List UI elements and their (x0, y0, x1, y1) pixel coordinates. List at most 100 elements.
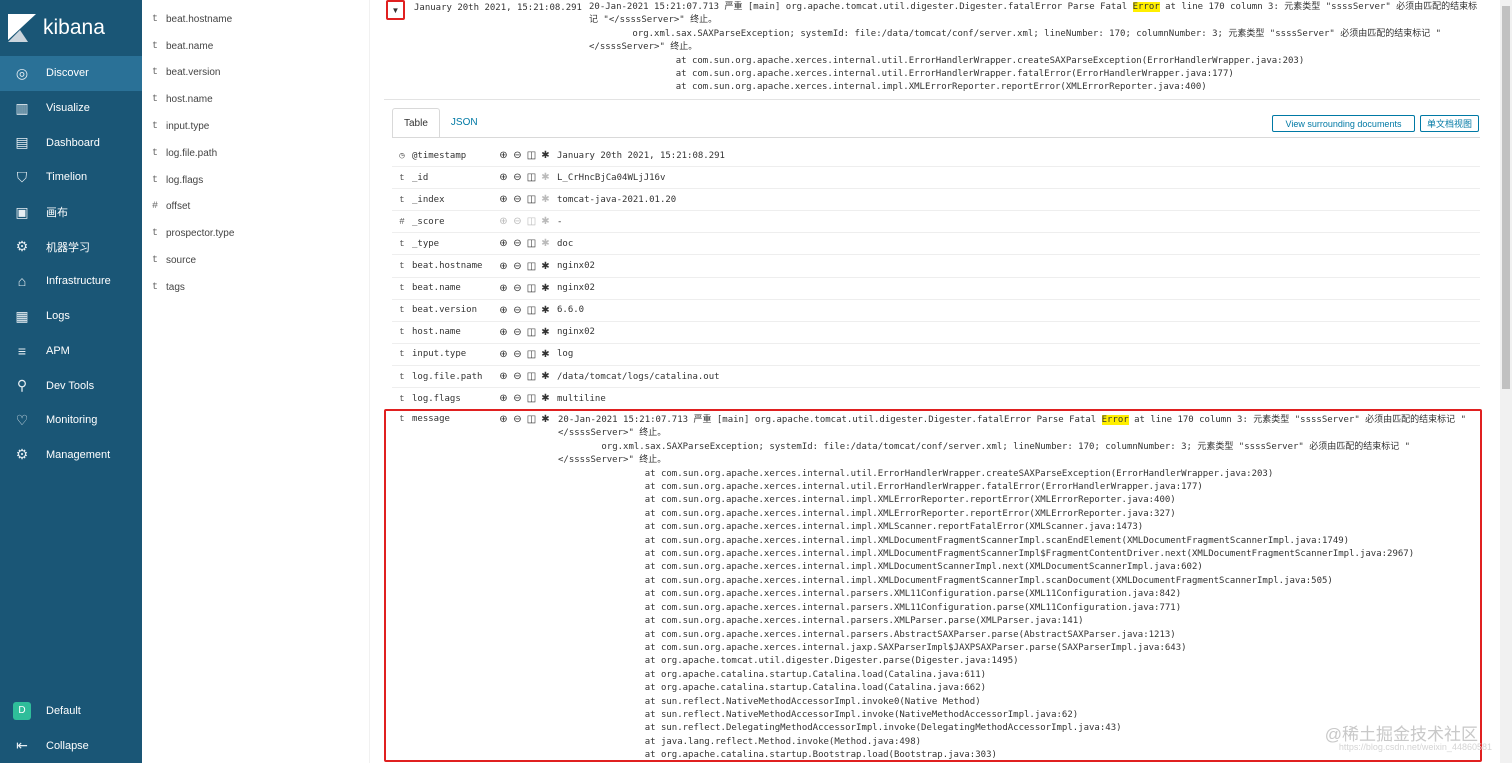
filter-for-icon[interactable]: ⊕ (498, 238, 509, 249)
sidebar-item-9[interactable]: ⚲ Dev Tools (0, 368, 142, 403)
filter-for-icon[interactable]: ⊕ (498, 349, 509, 360)
sidebar-item-3[interactable]: ⛉ Timelion (0, 160, 142, 195)
collapse-doc-button[interactable]: ▼ (386, 0, 405, 20)
sidebar-item-7[interactable]: ▦ Logs (0, 299, 142, 334)
filter-exists-icon[interactable]: ✱ (540, 327, 551, 338)
field-list-item[interactable]: t log.file.path (142, 140, 370, 167)
filter-exists-icon[interactable]: ✱ (540, 194, 551, 205)
filter-out-icon[interactable]: ⊖ (512, 283, 523, 294)
filter-for-icon[interactable]: ⊕ (498, 194, 509, 205)
filter-for-icon[interactable]: ⊕ (498, 172, 509, 183)
space-selector[interactable]: D Default (0, 694, 142, 729)
filter-out-icon[interactable]: ⊖ (512, 150, 523, 161)
collapse-icon: ⇤ (16, 737, 28, 754)
toggle-column-icon[interactable]: ◫ (526, 238, 537, 249)
filter-exists-icon[interactable]: ✱ (540, 414, 551, 425)
tab-table[interactable]: Table (392, 108, 440, 138)
toggle-column-icon[interactable]: ◫ (526, 194, 537, 205)
sidebar-item-2[interactable]: ▤ Dashboard (0, 125, 142, 160)
filter-out-icon[interactable]: ⊖ (512, 305, 523, 316)
toggle-column-icon[interactable]: ◫ (526, 393, 537, 404)
doc-summary-highlight: Error (1132, 2, 1160, 12)
filter-for-icon[interactable]: ⊕ (498, 393, 509, 404)
filter-out-icon[interactable]: ⊖ (512, 349, 523, 360)
filter-out-icon[interactable]: ⊖ (512, 238, 523, 249)
tab-json[interactable]: JSON (440, 108, 489, 138)
toggle-column-icon[interactable]: ◫ (526, 261, 537, 272)
field-name: beat.hostname (412, 261, 483, 271)
sidebar-item-4[interactable]: ▣ 画布 (0, 195, 142, 230)
filter-exists-icon[interactable]: ✱ (540, 283, 551, 294)
kibana-logo[interactable]: kibana (0, 0, 142, 56)
single-doc-button[interactable]: 单文档视图 (1420, 115, 1479, 132)
compass-icon: ◎ (15, 64, 29, 81)
row-actions: ⊕ ⊖ ◫ ✱ (498, 283, 557, 294)
table-row: ◷ @timestamp ⊕ ⊖ ◫ ✱ January 20th 2021, 15:21:… (392, 145, 1480, 167)
filter-for-icon[interactable]: ⊕ (498, 414, 509, 425)
filter-exists-icon[interactable]: ✱ (540, 371, 551, 382)
filter-out-icon[interactable]: ⊖ (512, 261, 523, 272)
sidebar-item-5[interactable]: ⚙ 机器学习 (0, 229, 142, 264)
sidebar-item-1[interactable]: ▥ Visualize (0, 91, 142, 126)
filter-exists-icon[interactable]: ✱ (540, 172, 551, 183)
table-row: # _score ⊕ ⊖ ◫ ✱ - (392, 211, 1480, 234)
filter-exists-icon[interactable]: ✱ (540, 216, 551, 227)
field-name: _score (412, 216, 445, 227)
filter-exists-icon[interactable]: ✱ (540, 150, 551, 161)
row-actions: ⊕ ⊖ ◫ ✱ (498, 216, 557, 227)
filter-for-icon[interactable]: ⊕ (498, 327, 509, 338)
collapse-button[interactable]: ⇤ Collapse (0, 728, 142, 763)
toggle-column-icon[interactable]: ◫ (526, 371, 537, 382)
field-value: /data/tomcat/logs/catalina.out (557, 371, 720, 382)
toggle-column-icon[interactable]: ◫ (526, 150, 537, 161)
toggle-column-icon[interactable]: ◫ (526, 327, 537, 338)
filter-exists-icon[interactable]: ✱ (540, 349, 551, 360)
filter-out-icon[interactable]: ⊖ (512, 414, 523, 425)
filter-exists-icon[interactable]: ✱ (540, 238, 551, 249)
filter-out-icon[interactable]: ⊖ (512, 216, 523, 227)
field-list-item[interactable]: t beat.hostname (142, 6, 370, 33)
field-list-item[interactable]: t beat.name (142, 33, 370, 60)
filter-exists-icon[interactable]: ✱ (540, 305, 551, 316)
filter-exists-icon[interactable]: ✱ (540, 393, 551, 404)
view-surrounding-button[interactable]: View surrounding documents (1272, 115, 1415, 132)
filter-out-icon[interactable]: ⊖ (512, 194, 523, 205)
filter-for-icon[interactable]: ⊕ (498, 150, 509, 161)
scrollbar-thumb[interactable] (1502, 6, 1510, 389)
field-type-icon: t (399, 172, 405, 183)
filter-for-icon[interactable]: ⊕ (498, 305, 509, 316)
filter-exists-icon[interactable]: ✱ (540, 261, 551, 272)
field-list-item[interactable]: t source (142, 247, 370, 274)
toggle-column-icon[interactable]: ◫ (526, 216, 537, 227)
document-panel: ▼ January 20th 2021, 15:21:08.291 20-Jan… (370, 0, 1500, 763)
field-list-item[interactable]: # offset (142, 194, 370, 221)
filter-for-icon[interactable]: ⊕ (498, 261, 509, 272)
field-list-item[interactable]: t prospector.type (142, 220, 370, 247)
toggle-column-icon[interactable]: ◫ (526, 414, 537, 425)
field-list-item[interactable]: t input.type (142, 113, 370, 140)
sidebar-item-8[interactable]: ≡ APM (0, 334, 142, 369)
filter-for-icon[interactable]: ⊕ (498, 371, 509, 382)
field-list-item[interactable]: t host.name (142, 86, 370, 113)
sidebar-item-0[interactable]: ◎ Discover (0, 56, 142, 91)
scrollbar[interactable] (1500, 0, 1512, 763)
filter-out-icon[interactable]: ⊖ (512, 172, 523, 183)
sidebar-item-11[interactable]: ⚙ Management (0, 438, 142, 473)
sidebar-item-10[interactable]: ♡ Monitoring (0, 403, 142, 438)
filter-for-icon[interactable]: ⊕ (498, 216, 509, 227)
toggle-column-icon[interactable]: ◫ (526, 283, 537, 294)
collapse-label: Collapse (46, 739, 89, 752)
filter-for-icon[interactable]: ⊕ (498, 283, 509, 294)
filter-out-icon[interactable]: ⊖ (512, 327, 523, 338)
toggle-column-icon[interactable]: ◫ (526, 172, 537, 183)
field-list-item[interactable]: t tags (142, 274, 370, 301)
field-list-item[interactable]: t beat.version (142, 60, 370, 87)
filter-out-icon[interactable]: ⊖ (512, 371, 523, 382)
toggle-column-icon[interactable]: ◫ (526, 305, 537, 316)
filter-out-icon[interactable]: ⊖ (512, 393, 523, 404)
field-list-item[interactable]: t log.flags (142, 167, 370, 194)
field-list-name: beat.hostname (166, 13, 233, 25)
sidebar-item-6[interactable]: ⌂ Infrastructure (0, 264, 142, 299)
doc-tabs: Table JSON (392, 108, 489, 138)
toggle-column-icon[interactable]: ◫ (526, 349, 537, 360)
